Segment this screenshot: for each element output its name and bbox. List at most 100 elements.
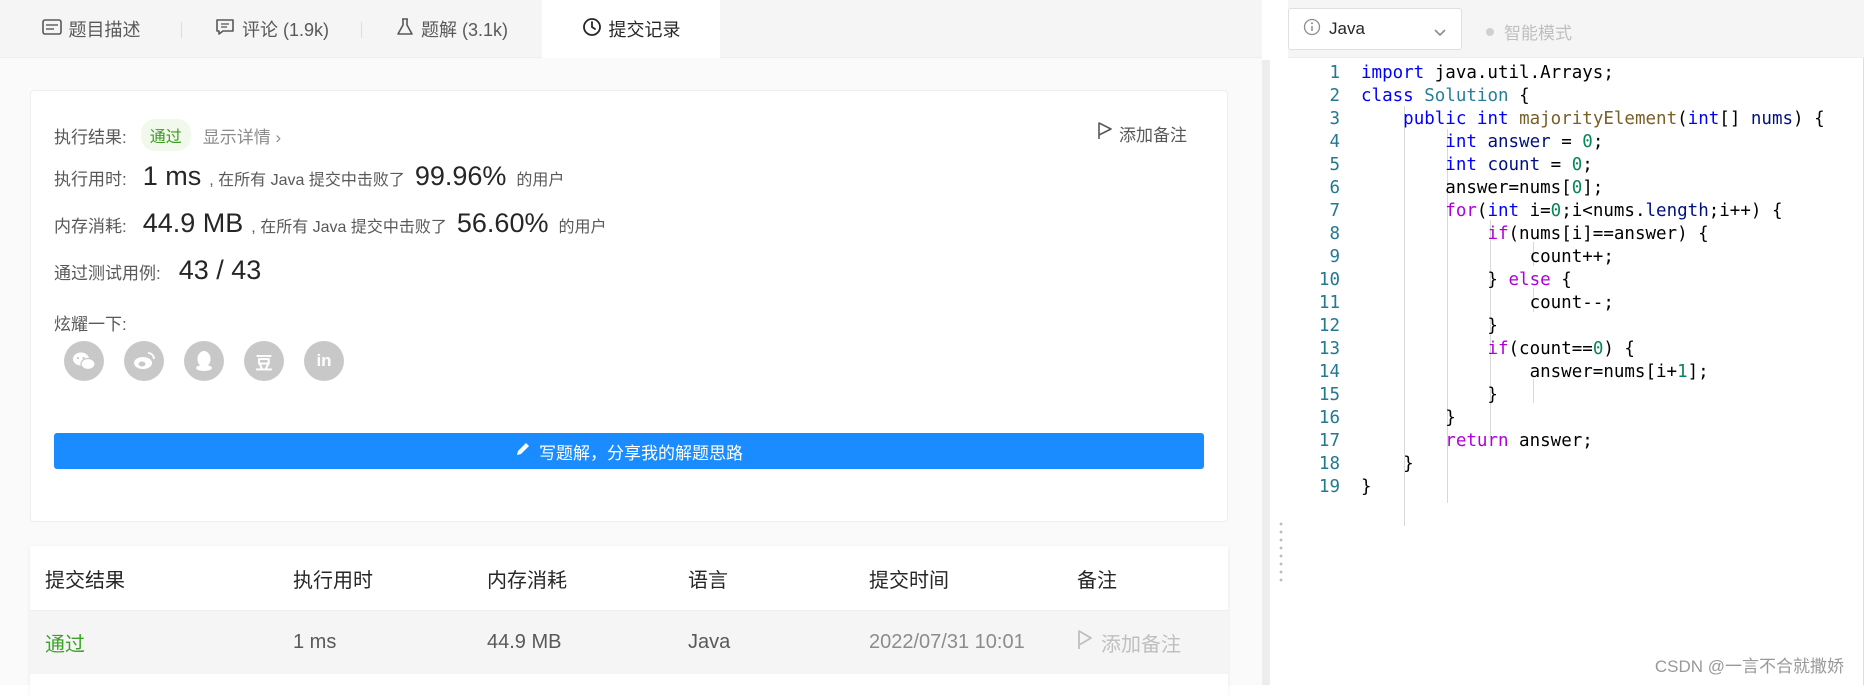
flag-icon	[1097, 122, 1113, 145]
code-line: answer=nums[i+1];	[1361, 362, 1709, 382]
add-note-button[interactable]: 添加备注	[1097, 121, 1187, 146]
line-number: 16	[1318, 408, 1340, 428]
header-result: 提交结果	[45, 569, 125, 592]
tab-description[interactable]: 题目描述	[0, 0, 182, 58]
tab-submissions[interactable]: 提交记录	[542, 0, 720, 58]
code-line: }	[1361, 454, 1414, 474]
code-line: return answer;	[1445, 431, 1593, 451]
table-header: 提交结果 执行用时 内存消耗 语言 提交时间 备注	[30, 546, 1228, 610]
header-runtime: 执行用时	[293, 569, 373, 592]
tab-solutions[interactable]: 题解 (3.1k)	[362, 0, 542, 58]
code-line: int answer = 0;	[1445, 132, 1604, 152]
tab-comments[interactable]: 评论 (1.9k)	[182, 0, 362, 58]
code-line: public int majorityElement(int[] nums) {	[1403, 109, 1825, 129]
memory-row: 内存消耗: 44.9 MB , 在所有 Java 提交中击败了 56.60% 的…	[54, 208, 606, 239]
runtime-suffix: 的用户	[516, 172, 565, 189]
header-memory: 内存消耗	[487, 569, 567, 592]
row-add-note-button[interactable]: 添加备注	[1077, 628, 1181, 657]
weibo-icon[interactable]	[124, 341, 164, 381]
tab-submissions-label: 提交记录	[608, 20, 681, 40]
write-solution-label: 写题解，分享我的解题思路	[539, 443, 743, 463]
code-line: answer=nums[0];	[1361, 178, 1604, 198]
line-number: 6	[1329, 178, 1340, 198]
write-solution-button[interactable]: 写题解，分享我的解题思路	[54, 433, 1204, 469]
smart-mode-toggle[interactable]: 智能模式	[1486, 19, 1572, 44]
line-number: 5	[1329, 155, 1340, 175]
editor-toolbar: Java 智能模式	[1288, 0, 1864, 58]
tab-description-label: 题目描述	[68, 20, 141, 40]
flask-icon	[396, 17, 414, 41]
tab-solutions-label: 题解 (3.1k)	[420, 20, 508, 40]
comment-icon	[215, 18, 235, 41]
watermark: CSDN @一言不合就撒娇	[1654, 657, 1844, 676]
line-number: 19	[1318, 477, 1340, 497]
code-editor[interactable]: 1 2 3 4 5 6 7 8 9 10 11 12 13 14 15 16 17 18 19 import jav…	[1288, 58, 1864, 685]
status-dot-icon	[1486, 27, 1494, 36]
social-share-icons: 豆 in	[64, 341, 344, 381]
row-runtime: 1 ms	[293, 631, 337, 653]
code-line: if(nums[i]==answer) {	[1487, 224, 1709, 244]
memory-label: 内存消耗:	[54, 217, 127, 236]
header-note: 备注	[1077, 569, 1117, 592]
header-time: 提交时间	[869, 569, 949, 592]
code-line: int count = 0;	[1445, 155, 1593, 175]
line-number: 1	[1329, 63, 1340, 83]
runtime-label: 执行用时:	[54, 170, 127, 189]
memory-percent: 56.60%	[456, 208, 549, 238]
pane-divider[interactable]	[1262, 60, 1270, 685]
info-icon	[1303, 18, 1321, 41]
line-number: 12	[1318, 316, 1340, 336]
linkedin-icon[interactable]: in	[304, 341, 344, 381]
result-label: 执行结果:	[54, 127, 127, 147]
smart-mode-label: 智能模式	[1504, 24, 1572, 43]
result-card: 执行结果: 通过 显示详情 › 添加备注 执行用时: 1 ms , 在所有 Ja…	[30, 90, 1228, 522]
language-select[interactable]: Java	[1288, 8, 1462, 50]
code-line: }	[1361, 316, 1498, 336]
line-number: 3	[1329, 109, 1340, 129]
tests-row: 通过测试用例: 43 / 43	[54, 255, 261, 286]
show-details-link[interactable]: 显示详情 ›	[203, 123, 281, 148]
line-number: 4	[1329, 132, 1340, 152]
code-line: }	[1361, 385, 1498, 405]
wechat-icon[interactable]	[64, 341, 104, 381]
code-line: count--;	[1361, 293, 1614, 313]
submission-panel: 题目描述 评论 (1.9k) 题解 (3.1k) 提交记录 执行结果: 通过 显…	[0, 0, 1262, 696]
line-number: 10	[1318, 270, 1340, 290]
qq-icon[interactable]	[184, 341, 224, 381]
line-number: 7	[1329, 201, 1340, 221]
runtime-value: 1 ms	[142, 161, 202, 191]
line-number: 13	[1318, 339, 1340, 359]
tests-value: 43 / 43	[178, 255, 262, 285]
row-memory: 44.9 MB	[487, 631, 562, 653]
memory-suffix: 的用户	[558, 219, 607, 236]
resize-handle[interactable]	[1279, 520, 1283, 584]
indent-guide	[1533, 379, 1534, 403]
status-badge: 通过	[140, 119, 191, 151]
line-number: 8	[1329, 224, 1340, 244]
tab-comments-label: 评论 (1.9k)	[241, 20, 329, 40]
add-note-label: 添加备注	[1119, 126, 1187, 145]
submissions-table: 提交结果 执行用时 内存消耗 语言 提交时间 备注 通过 1 ms 44.9 M…	[30, 546, 1228, 696]
code-line: for(int i=0;i<nums.length;i++) {	[1445, 201, 1783, 221]
row-result[interactable]: 通过	[45, 628, 85, 657]
runtime-text: , 在所有 Java 提交中击败了	[209, 172, 405, 189]
description-icon	[41, 18, 62, 40]
line-number: 14	[1318, 362, 1340, 382]
line-number: 11	[1318, 293, 1340, 313]
code-line: if(count==0) {	[1487, 339, 1635, 359]
code-line: } else {	[1361, 270, 1572, 290]
line-number: 2	[1329, 86, 1340, 106]
table-row[interactable]: 通过 1 ms 44.9 MB Java 2022/07/31 10:01 添加…	[30, 610, 1228, 674]
memory-text: , 在所有 Java 提交中击败了	[251, 219, 447, 236]
line-number: 9	[1329, 247, 1340, 267]
tab-bar: 题目描述 评论 (1.9k) 题解 (3.1k) 提交记录	[0, 0, 1262, 58]
douban-icon[interactable]: 豆	[244, 341, 284, 381]
code-line: }	[1361, 408, 1456, 428]
runtime-row: 执行用时: 1 ms , 在所有 Java 提交中击败了 99.96% 的用户	[54, 161, 564, 192]
share-row: 炫耀一下:	[54, 310, 127, 335]
code-line: }	[1361, 477, 1372, 497]
line-number: 15	[1318, 385, 1340, 405]
runtime-percent: 99.96%	[414, 161, 507, 191]
flag-icon	[1077, 629, 1093, 656]
memory-value: 44.9 MB	[142, 208, 244, 238]
